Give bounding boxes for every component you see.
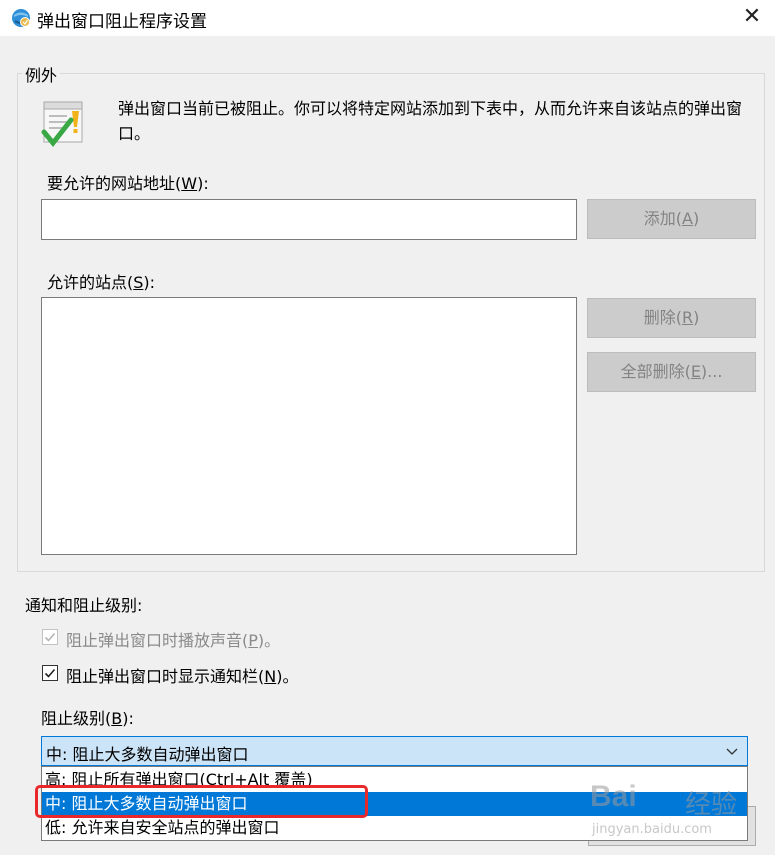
notifications-group-label: 通知和阻止级别: <box>25 596 143 615</box>
show-notification-bar-label: 阻止弹出窗口时显示通知栏(N)。 <box>66 667 299 686</box>
shield-check-icon <box>41 101 83 148</box>
close-button[interactable]: ✕ <box>739 2 765 32</box>
show-notification-bar-checkbox[interactable] <box>42 665 58 681</box>
annotation-highlight <box>35 785 368 818</box>
watermark-url: jingyan.baidu.com <box>592 822 712 837</box>
watermark-text: 经验 <box>685 790 738 820</box>
address-label: 要允许的网站地址(W): <box>47 174 209 193</box>
checkmark-icon <box>44 632 56 642</box>
exceptions-group-label: 例外 <box>22 62 61 86</box>
watermark-logo: Bai <box>590 780 637 813</box>
add-button[interactable]: 添加(A) <box>587 199 756 239</box>
allowed-sites-list[interactable] <box>41 297 577 555</box>
blocking-level-label: 阻止级别(B): <box>41 709 134 728</box>
info-message: 弹出窗口当前已被阻止。你可以将特定网站添加到下表中，从而允许来自该站点的弹出窗口… <box>118 99 743 143</box>
blocking-level-select[interactable]: 中: 阻止大多数自动弹出窗口 <box>41 736 748 766</box>
play-sound-label: 阻止弹出窗口时播放声音(P)。 <box>66 631 281 650</box>
chevron-down-icon <box>726 748 738 755</box>
baidu-watermark: Bai 经验 jingyan.baidu.com <box>590 770 770 850</box>
internet-explorer-icon <box>12 9 30 27</box>
remove-button[interactable]: 删除(R) <box>587 298 756 338</box>
title-bar: 弹出窗口阻止程序设置 ✕ <box>0 0 775 36</box>
close-icon: ✕ <box>742 4 762 29</box>
play-sound-checkbox[interactable] <box>42 629 58 645</box>
remove-all-button[interactable]: 全部删除(E)... <box>587 352 756 392</box>
blocking-level-value: 中: 阻止大多数自动弹出窗口 <box>46 745 249 764</box>
window-title: 弹出窗口阻止程序设置 <box>37 12 207 32</box>
checkmark-icon <box>44 668 56 678</box>
address-input[interactable] <box>41 199 577 240</box>
allowed-sites-label: 允许的站点(S): <box>47 273 156 292</box>
